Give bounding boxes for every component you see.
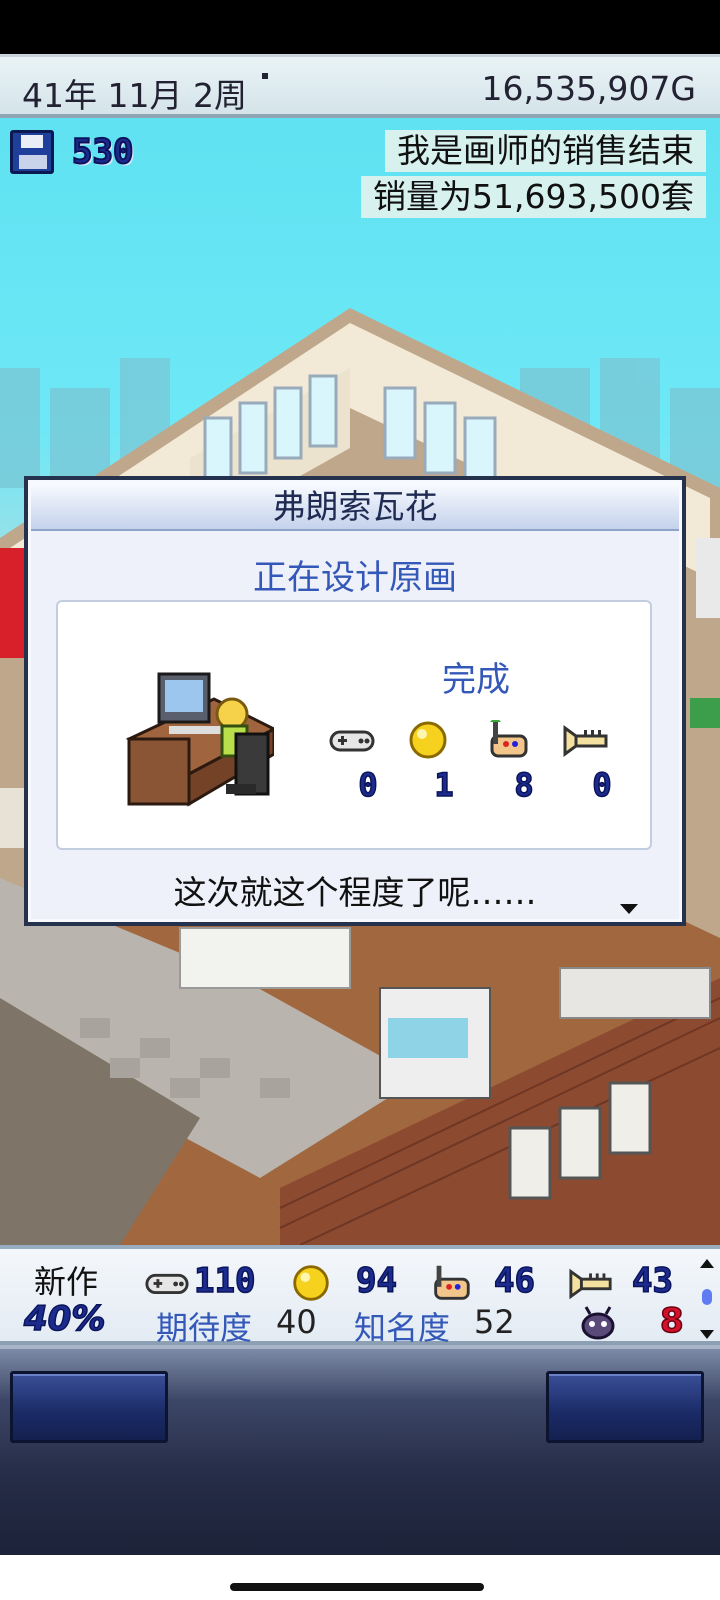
staff-work-dialog[interactable]: 弗朗索瓦花 正在设计原画 完成 0 1 8 0 这次就这个程度了呢…… [24,476,686,926]
sound-total: 43 [631,1260,673,1302]
bug-icon [581,1306,615,1340]
done-label: 完成 [442,660,510,700]
scroll-thumb[interactable] [702,1289,712,1305]
staff-at-desk-icon [125,672,274,807]
dialog-subtitle: 正在设计原画 [253,558,457,598]
top-info-bar: 41年 11月 2周 16,535,907G [0,54,720,118]
money-display: 16,535,907G [481,69,696,108]
scroll-up-arrow-icon[interactable] [700,1259,714,1268]
fun-value: 0 [358,765,379,805]
controller-icon [329,730,375,752]
save-count: 530 [71,131,134,173]
trumpet-icon [569,1268,612,1300]
scroll-down-arrow-icon[interactable] [700,1330,714,1339]
trumpet-icon [563,725,608,757]
lightbulb-icon [293,1265,329,1301]
fun-total: 110 [193,1260,256,1302]
fame-label: 知名度 [354,1309,451,1347]
controller-icon [145,1273,189,1295]
game-date: 41年 11月 2周 [22,76,247,115]
creativity-total: 94 [355,1260,397,1302]
graphics-total: 46 [493,1260,535,1302]
next-page-arrow-icon[interactable] [620,904,638,914]
sales-notice-line2: 销量为51,693,500套 [361,176,706,218]
lightbulb-icon [409,721,447,759]
development-progress: 40% [23,1298,106,1340]
new-game-label: 新作 [34,1263,99,1301]
system-status-bar [0,0,720,54]
save-disk-icon [10,130,54,174]
panel-scrollbar[interactable] [700,1259,714,1339]
expectation-value: 40 [276,1303,317,1341]
new-game-stats-panel[interactable]: 新作 40% 110 94 46 43 期待度 40 知名度 52 8 [0,1245,720,1347]
paint-palette-icon [490,720,528,758]
home-indicator[interactable] [230,1583,484,1591]
fame-value: 52 [474,1303,515,1341]
system-nav-bar [0,1555,720,1600]
bug-count: 8 [659,1300,684,1342]
sales-notice-line1: 我是画师的销售结束 [385,130,706,172]
dialog-title: 弗朗索瓦花 [31,483,679,531]
dialog-message: 这次就这个程度了呢…… [173,873,537,912]
command-area [0,1345,720,1555]
right-command-button[interactable] [546,1371,704,1443]
creativity-value: 1 [434,765,455,805]
graphics-value: 8 [514,765,535,805]
week-progress-dot [262,73,268,79]
expectation-label: 期待度 [156,1309,253,1347]
paint-palette-icon [434,1265,470,1300]
work-result-box: 完成 0 1 8 0 [56,600,652,850]
sound-value: 0 [592,765,613,805]
left-command-button[interactable] [10,1371,168,1443]
